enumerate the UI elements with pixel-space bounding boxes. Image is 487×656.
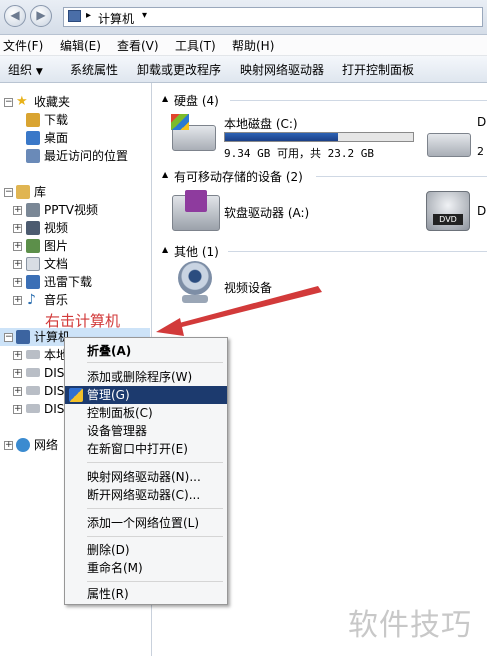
context-menu: 折叠(A) 添加或删除程序(W) 管理(G) 控制面板(C) 设备管理器 在新窗… xyxy=(64,337,228,605)
ctx-add-network-location[interactable]: 添加一个网络位置(L) xyxy=(65,514,227,532)
menu-separator xyxy=(87,581,223,582)
ctx-device-manager[interactable]: 设备管理器 xyxy=(65,422,227,440)
ctx-map-network-drive[interactable]: 映射网络驱动器(N)... xyxy=(65,468,227,486)
ctx-add-remove-programs-label: 添加或删除程序(W) xyxy=(87,370,193,384)
ctx-manage-label: 管理(G) xyxy=(87,388,130,402)
menu-separator xyxy=(87,362,223,363)
ctx-properties-label: 属性(R) xyxy=(87,587,129,601)
ctx-collapse-label: 折叠(A) xyxy=(87,344,132,358)
watermark-text: 软件技巧 xyxy=(348,608,472,643)
ctx-add-network-location-label: 添加一个网络位置(L) xyxy=(87,516,200,530)
ctx-rename-label: 重命名(M) xyxy=(87,561,143,575)
ctx-manage[interactable]: 管理(G) xyxy=(65,386,227,404)
ctx-properties[interactable]: 属性(R) xyxy=(65,585,227,603)
menu-separator xyxy=(87,508,223,509)
ctx-disconnect-network-drive-label: 断开网络驱动器(C)... xyxy=(87,488,201,502)
admin-shield-icon xyxy=(69,388,83,402)
ctx-delete[interactable]: 删除(D) xyxy=(65,541,227,559)
ctx-disconnect-network-drive[interactable]: 断开网络驱动器(C)... xyxy=(65,486,227,504)
menu-separator xyxy=(87,536,223,537)
annotation-text: 右击计算机 xyxy=(45,312,121,330)
ctx-delete-label: 删除(D) xyxy=(87,543,130,557)
ctx-add-remove-programs[interactable]: 添加或删除程序(W) xyxy=(65,368,227,386)
ctx-control-panel[interactable]: 控制面板(C) xyxy=(65,404,227,422)
ctx-map-network-drive-label: 映射网络驱动器(N)... xyxy=(87,470,201,484)
menu-separator xyxy=(87,462,223,463)
ctx-control-panel-label: 控制面板(C) xyxy=(87,406,153,420)
ctx-open-new-window-label: 在新窗口中打开(E) xyxy=(87,442,188,456)
ctx-device-manager-label: 设备管理器 xyxy=(87,424,148,438)
ctx-collapse[interactable]: 折叠(A) xyxy=(65,342,227,360)
ctx-open-new-window[interactable]: 在新窗口中打开(E) xyxy=(65,440,227,458)
ctx-rename[interactable]: 重命名(M) xyxy=(65,559,227,577)
